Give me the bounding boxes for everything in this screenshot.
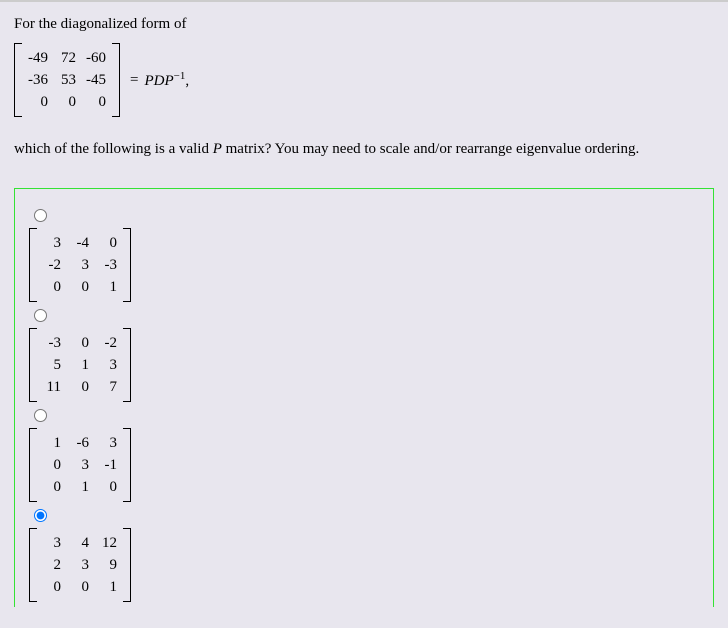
equals-sign: = (130, 72, 138, 89)
matrix-cell: -2 (43, 257, 61, 274)
pdp-expression: PDP−1, (144, 70, 189, 90)
question-p-italic: P (213, 141, 222, 157)
choice-radio-4[interactable] (34, 509, 47, 522)
choice-row (29, 307, 699, 322)
matrix-cell: 3 (43, 535, 61, 552)
matrix-grid: 1 -6 3 0 3 -1 0 1 0 (37, 428, 123, 502)
bracket-right (123, 228, 131, 302)
question-page: For the diagonalized form of -49 72 -60 … (0, 0, 728, 607)
choice-matrix-4: 3 4 12 2 3 9 0 0 1 (29, 528, 699, 607)
matrix-cell: 11 (43, 379, 61, 396)
matrix-cell: 3 (71, 557, 89, 574)
matrix-cell: 1 (43, 435, 61, 452)
matrix-cell: 1 (71, 357, 89, 374)
matrix-cell: -3 (99, 257, 117, 274)
choice-block: 3 4 12 2 3 9 0 0 1 (29, 507, 699, 607)
bracket-right (112, 43, 120, 117)
bracket-right (123, 328, 131, 402)
matrix-cell: 0 (28, 94, 48, 111)
matrix-cell: 2 (43, 557, 61, 574)
matrix-cell: 3 (99, 357, 117, 374)
choice-block: -3 0 -2 5 1 3 11 0 7 (29, 307, 699, 407)
question-text: which of the following is a valid P matr… (14, 141, 714, 158)
matrix-grid: 3 -4 0 -2 3 -3 0 0 1 (37, 228, 123, 302)
question-matrix: -49 72 -60 -36 53 -45 0 0 0 (14, 43, 120, 117)
matrix-cell: 5 (43, 357, 61, 374)
choice-matrix-2: -3 0 -2 5 1 3 11 0 7 (29, 328, 699, 407)
matrix-cell: 1 (71, 479, 89, 496)
choice-row (29, 507, 699, 522)
bracket-right (123, 428, 131, 502)
matrix-cell: 12 (99, 535, 117, 552)
matrix-cell: 0 (99, 235, 117, 252)
choice-matrix-3: 1 -6 3 0 3 -1 0 1 0 (29, 428, 699, 507)
matrix-cell: 4 (71, 535, 89, 552)
matrix-cell: 0 (71, 379, 89, 396)
pdp-exponent: −1 (174, 70, 186, 82)
matrix-cell: 0 (43, 479, 61, 496)
matrix-cell: 0 (71, 335, 89, 352)
matrix-cell: 0 (43, 457, 61, 474)
matrix-cell: 0 (71, 579, 89, 596)
matrix-cell: -4 (71, 235, 89, 252)
choice-row (29, 407, 699, 422)
matrix-cell: 0 (43, 579, 61, 596)
equation-row: -49 72 -60 -36 53 -45 0 0 0 = PDP−1, (14, 43, 714, 117)
matrix-cell: -3 (43, 335, 61, 352)
trailing-comma: , (185, 73, 189, 89)
bracket-left (29, 428, 37, 502)
choice-radio-3[interactable] (34, 409, 47, 422)
matrix-grid: -3 0 -2 5 1 3 11 0 7 (37, 328, 123, 402)
question-tail-2: matrix? You may need to scale and/or rea… (226, 141, 640, 157)
matrix-cell: 3 (71, 457, 89, 474)
matrix-cell: 0 (99, 479, 117, 496)
matrix-cell: -2 (99, 335, 117, 352)
matrix-cell: 53 (58, 72, 76, 89)
bracket-left (29, 228, 37, 302)
matrix-cell: 0 (58, 94, 76, 111)
matrix-cell: -1 (99, 457, 117, 474)
pdp-base: PDP (144, 73, 173, 89)
equation-rhs: = PDP−1, (130, 70, 189, 90)
choice-radio-2[interactable] (34, 309, 47, 322)
matrix-grid: 3 4 12 2 3 9 0 0 1 (37, 528, 123, 602)
choice-row (29, 207, 699, 222)
choice-block: 3 -4 0 -2 3 -3 0 0 1 (29, 207, 699, 307)
matrix-cell: 3 (43, 235, 61, 252)
matrix: 1 -6 3 0 3 -1 0 1 0 (29, 428, 131, 502)
question-tail-1: which of the following is a valid (14, 141, 209, 157)
choice-block: 1 -6 3 0 3 -1 0 1 0 (29, 407, 699, 507)
choice-matrix-1: 3 -4 0 -2 3 -3 0 0 1 (29, 228, 699, 307)
matrix-cell: 3 (71, 257, 89, 274)
matrix-cell: 1 (99, 279, 117, 296)
matrix-cell: 72 (58, 50, 76, 67)
bracket-left (29, 328, 37, 402)
matrix-cell: -6 (71, 435, 89, 452)
prompt-intro: For the diagonalized form of (14, 16, 714, 33)
matrix-cell: 0 (86, 94, 106, 111)
matrix: -3 0 -2 5 1 3 11 0 7 (29, 328, 131, 402)
matrix: 3 -4 0 -2 3 -3 0 0 1 (29, 228, 131, 302)
matrix-cell: 0 (71, 279, 89, 296)
answer-box: 3 -4 0 -2 3 -3 0 0 1 (14, 188, 714, 607)
matrix-cell: 1 (99, 579, 117, 596)
matrix-cell: 7 (99, 379, 117, 396)
matrix-cell: 9 (99, 557, 117, 574)
matrix-cell: 3 (99, 435, 117, 452)
matrix-cell: -36 (28, 72, 48, 89)
matrix-cell: -60 (86, 50, 106, 67)
bracket-left (29, 528, 37, 602)
bracket-right (123, 528, 131, 602)
matrix: 3 4 12 2 3 9 0 0 1 (29, 528, 131, 602)
matrix-cell: -49 (28, 50, 48, 67)
matrix-grid: -49 72 -60 -36 53 -45 0 0 0 (22, 43, 112, 117)
matrix-cell: -45 (86, 72, 106, 89)
bracket-left (14, 43, 22, 117)
matrix-cell: 0 (43, 279, 61, 296)
choice-radio-1[interactable] (34, 209, 47, 222)
